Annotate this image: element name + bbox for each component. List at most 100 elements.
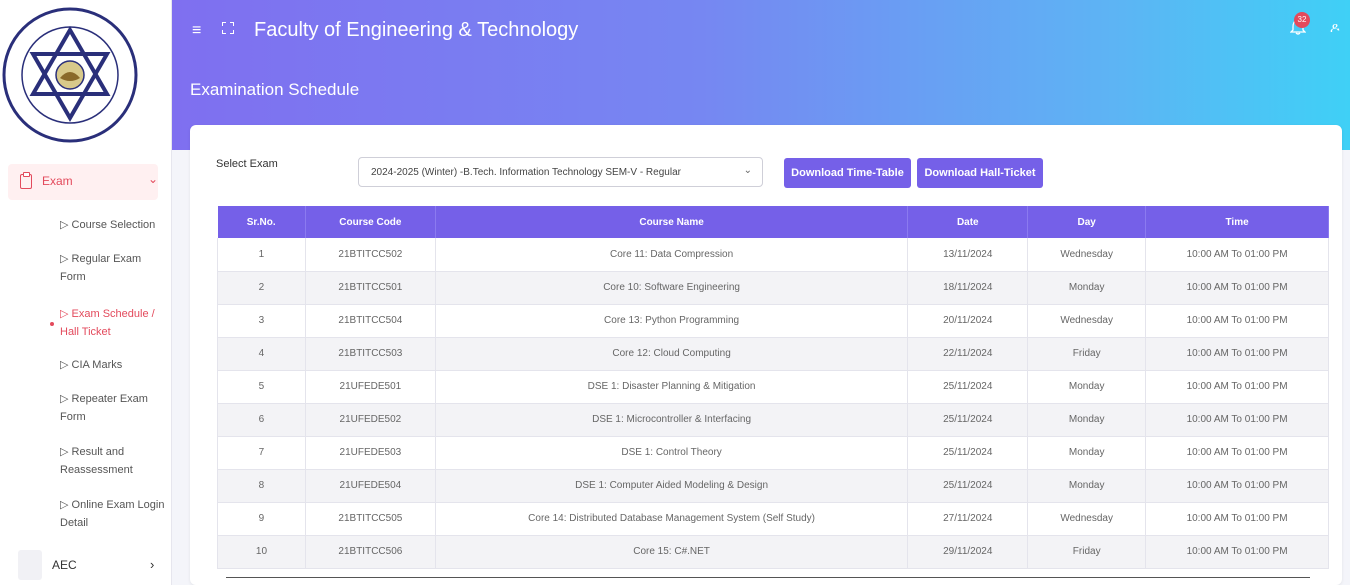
table-cell: DSE 1: Disaster Planning & Mitigation (435, 370, 909, 404)
table-cell: Core 11: Data Compression (435, 238, 909, 272)
page-title: Examination Schedule (190, 80, 360, 99)
table-cell: 10:00 AM To 01:00 PM (1145, 304, 1329, 338)
sidebar-item-exam-schedule[interactable]: ▷ Exam Schedule / Hall Ticket (60, 305, 168, 341)
table-row: 1 21BTITCC502 Core 11: Data Compression 13/… (217, 238, 1329, 272)
table-cell: 20/11/2024 (907, 304, 1029, 338)
chevron-right-icon: › (150, 557, 155, 572)
column-header: Sr.No. (217, 206, 306, 238)
fullscreen-icon[interactable] (222, 22, 234, 34)
chevron-down-icon: ⌄ (148, 172, 159, 186)
table-cell: 8 (217, 469, 306, 503)
sidebar-item-online-exam-login[interactable]: ▷ Online Exam Login Detail (60, 496, 168, 532)
chevron-down-icon: ⌄ (743, 165, 752, 176)
table-cell: Monday (1027, 469, 1147, 503)
table-row: 9 21BTITCC505 Core 14: Distributed Databas… (217, 502, 1329, 536)
table-cell: 21UFEDE504 (305, 469, 436, 503)
exam-select[interactable]: 2024-2025 (Winter) -B.Tech. Information … (358, 157, 763, 187)
table-cell: 21UFEDE502 (305, 403, 436, 437)
app-title: Faculty of Engineering & Technology (254, 19, 579, 41)
table-cell: 6 (217, 403, 306, 437)
sidebar-item-label: AEC (52, 558, 77, 572)
table-cell: 27/11/2024 (907, 502, 1029, 536)
table-header-row: Sr.No. Course Code Course Name Date Day … (217, 206, 1329, 238)
sidebar-item-exam[interactable]: Exam ⌄ (0, 164, 172, 200)
table-cell: Core 13: Python Programming (435, 304, 909, 338)
table-cell: 29/11/2024 (907, 535, 1029, 569)
table-cell: 10:00 AM To 01:00 PM (1145, 403, 1329, 437)
table-cell: 21BTITCC502 (305, 238, 436, 272)
sidebar-item-regular-exam-form[interactable]: ▷ Regular Exam Form (60, 250, 168, 286)
sidebar-item-aec[interactable]: AEC › (0, 547, 172, 585)
table-cell: 10:00 AM To 01:00 PM (1145, 271, 1329, 305)
table-cell: DSE 1: Computer Aided Modeling & Design (435, 469, 909, 503)
table-row: 2 21BTITCC501 Core 10: Software Engineerin… (217, 271, 1329, 305)
divider (226, 577, 1310, 578)
menu-icon[interactable]: ≡ (192, 22, 201, 40)
download-hallticket-button[interactable]: Download Hall-Ticket (917, 158, 1043, 188)
table-cell: 21UFEDE501 (305, 370, 436, 404)
table-row: 8 21UFEDE504 DSE 1: Computer Aided Modelin… (217, 469, 1329, 503)
column-header: Date (907, 206, 1029, 238)
select-exam-label: Select Exam (216, 158, 278, 170)
column-header: Time (1145, 206, 1329, 238)
column-header: Day (1027, 206, 1147, 238)
sidebar-item-cia-marks[interactable]: ▷ CIA Marks (60, 356, 168, 374)
sidebar: Exam ⌄ ▷ Course Selection ▷ Regular Exam… (0, 0, 172, 585)
table-cell: 5 (217, 370, 306, 404)
table-cell: 25/11/2024 (907, 370, 1029, 404)
table-cell: 10:00 AM To 01:00 PM (1145, 337, 1329, 371)
table-cell: 3 (217, 304, 306, 338)
table-cell: 25/11/2024 (907, 403, 1029, 437)
table-cell: 9 (217, 502, 306, 536)
table-cell: Core 14: Distributed Database Management… (435, 502, 909, 536)
table-cell: Monday (1027, 403, 1147, 437)
column-header: Course Name (435, 206, 909, 238)
table-cell: 10 (217, 535, 306, 569)
main-card: Select Exam 2024-2025 (Winter) -B.Tech. … (190, 125, 1342, 585)
table-cell: 10:00 AM To 01:00 PM (1145, 238, 1329, 272)
table-cell: Monday (1027, 436, 1147, 470)
sidebar-item-course-selection[interactable]: ▷ Course Selection (60, 216, 168, 234)
table-cell: 7 (217, 436, 306, 470)
table-row: 6 21UFEDE502 DSE 1: Microcontroller & Inte… (217, 403, 1329, 437)
table-cell: 21BTITCC506 (305, 535, 436, 569)
table-cell: 10:00 AM To 01:00 PM (1145, 535, 1329, 569)
table-cell: DSE 1: Control Theory (435, 436, 909, 470)
sidebar-item-repeater-exam-form[interactable]: ▷ Repeater Exam Form (60, 390, 168, 426)
exam-select-value: 2024-2025 (Winter) -B.Tech. Information … (371, 167, 681, 178)
table-cell: 21BTITCC503 (305, 337, 436, 371)
table-cell: 21UFEDE503 (305, 436, 436, 470)
clipboard-icon (20, 172, 32, 189)
table-cell: Core 10: Software Engineering (435, 271, 909, 305)
table-cell: 10:00 AM To 01:00 PM (1145, 436, 1329, 470)
table-row: 5 21UFEDE501 DSE 1: Disaster Planning & Mi… (217, 370, 1329, 404)
table-cell: 1 (217, 238, 306, 272)
table-cell: Monday (1027, 370, 1147, 404)
active-dot-icon (50, 322, 54, 326)
table-cell: 13/11/2024 (907, 238, 1029, 272)
table-cell: 10:00 AM To 01:00 PM (1145, 370, 1329, 404)
column-header: Course Code (305, 206, 436, 238)
table-cell: DSE 1: Microcontroller & Interfacing (435, 403, 909, 437)
aec-icon (18, 550, 42, 580)
table-cell: Monday (1027, 271, 1147, 305)
table-cell: 4 (217, 337, 306, 371)
table-cell: 21BTITCC504 (305, 304, 436, 338)
sidebar-item-label: Exam (42, 174, 73, 188)
table-cell: Wednesday (1027, 238, 1147, 272)
table-cell: Wednesday (1027, 502, 1147, 536)
exam-schedule-table: Sr.No. Course Code Course Name Date Day … (217, 206, 1329, 569)
table-cell: Core 15: C#.NET (435, 535, 909, 569)
table-cell: Wednesday (1027, 304, 1147, 338)
table-row: 7 21UFEDE503 DSE 1: Control Theory 25/11/20… (217, 436, 1329, 470)
sidebar-item-result-reassessment[interactable]: ▷ Result and Reassessment (60, 443, 168, 479)
table-cell: Core 12: Cloud Computing (435, 337, 909, 371)
table-cell: 25/11/2024 (907, 436, 1029, 470)
table-cell: 10:00 AM To 01:00 PM (1145, 502, 1329, 536)
table-cell: 21BTITCC501 (305, 271, 436, 305)
table-row: 10 21BTITCC506 Core 15: C#.NET 29/11/2024 Fr… (217, 535, 1329, 569)
table-cell: Friday (1027, 535, 1147, 569)
table-cell: 25/11/2024 (907, 469, 1029, 503)
download-timetable-button[interactable]: Download Time-Table (784, 158, 911, 188)
user-icon[interactable]: ዶ (1330, 20, 1340, 36)
